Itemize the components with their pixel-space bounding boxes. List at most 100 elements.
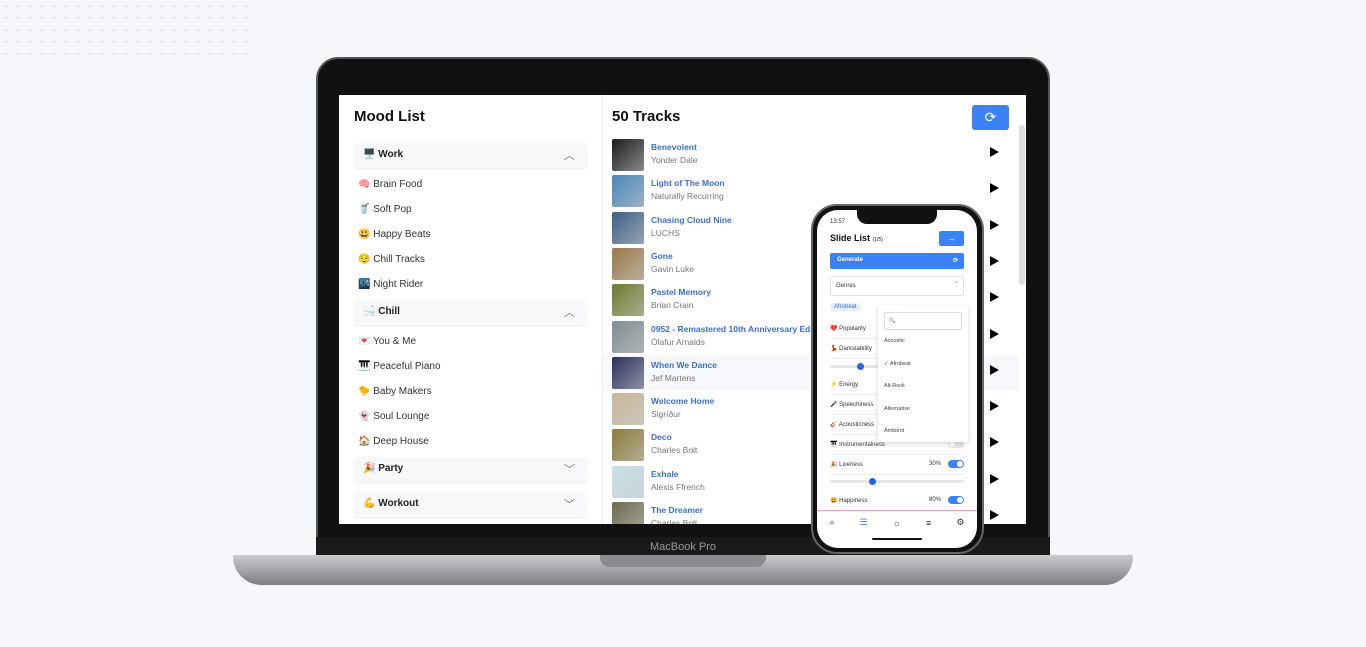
chevron-down-icon: ﹀ — [564, 499, 575, 511]
play-icon[interactable] — [990, 510, 999, 520]
genre-option[interactable]: ✓ Afrobeat — [884, 361, 911, 367]
mood-item[interactable]: 🥤 Soft Pop — [358, 204, 412, 215]
mood-item[interactable]: 🏠 Deep House — [358, 436, 429, 447]
slider-knob[interactable] — [869, 478, 876, 485]
search-icon[interactable]: ⌕ — [830, 517, 835, 528]
mood-item[interactable]: 😃 Happy Beats — [358, 229, 431, 240]
track-artist: Yonder Dale — [651, 155, 698, 165]
track-title[interactable]: 0952 - Remastered 10th Anniversary Editi… — [651, 324, 828, 334]
play-icon[interactable] — [990, 183, 999, 194]
generate-button[interactable]: Generate ⟳ — [830, 253, 964, 269]
mood-item[interactable]: 🌃 Night Rider — [358, 279, 423, 290]
track-title[interactable]: When We Dance — [651, 360, 717, 370]
brightness-icon[interactable]: ☼ — [893, 518, 901, 528]
track-title[interactable]: Light of The Moon — [651, 178, 725, 188]
genre-option[interactable]: Alternative — [884, 406, 910, 412]
group-label: 🛁 Chill — [363, 306, 400, 317]
track-title[interactable]: The Dreamer — [651, 505, 703, 515]
chevron-up-icon: ︿ — [564, 150, 575, 162]
tracks-title: 50 Tracks — [612, 108, 681, 125]
genre-option[interactable]: Ambient — [884, 428, 904, 434]
divider — [830, 454, 964, 455]
feature-toggle[interactable] — [948, 460, 964, 468]
refresh-button[interactable]: ⟳ — [972, 105, 1009, 130]
generate-label: Generate — [837, 257, 864, 263]
mood-item[interactable]: 💌 You & Me — [358, 336, 416, 347]
divider — [830, 474, 964, 475]
track-title[interactable]: Deco — [651, 432, 672, 442]
play-icon[interactable] — [990, 255, 999, 266]
play-icon[interactable] — [990, 401, 999, 412]
track-artist: Gavin Luke — [651, 263, 694, 274]
play-icon[interactable] — [990, 328, 999, 339]
track-artist: LUCHS — [651, 227, 680, 238]
genres-label: Genres — [836, 283, 856, 289]
status-time: 13:57 — [830, 219, 846, 225]
feature-value: 30% — [929, 461, 942, 467]
home-indicator — [872, 538, 922, 540]
track-artist: Sigríður — [651, 409, 681, 420]
sliders-icon[interactable]: ☰ — [860, 517, 868, 528]
genre-option[interactable]: Acoustic — [884, 338, 905, 344]
track-artist: Charles Bolt — [651, 518, 698, 524]
mood-group-header[interactable]: 💪 Workout ﹀ — [354, 492, 587, 517]
track-artist: Naturally Recurring — [651, 191, 724, 202]
scrollbar[interactable] — [1019, 125, 1025, 285]
mood-item[interactable]: 🧠 Brain Food — [358, 179, 422, 190]
album-art — [612, 465, 644, 498]
feature-value: 80% — [929, 497, 942, 503]
mood-group-header[interactable]: 🖥️ Work ︿ — [354, 143, 587, 168]
genres-select[interactable]: Genres ^ — [830, 276, 964, 296]
track-title[interactable]: Chasing Cloud Nine — [651, 215, 732, 225]
feature-label: 🎤 Speechiness — [830, 402, 874, 408]
feature-label: 🎹 Instrumentalness — [830, 442, 885, 448]
next-arrow-button[interactable]: → — [939, 231, 964, 246]
album-art — [612, 284, 644, 317]
feature-label: ❤️ Popularity — [830, 326, 866, 332]
mood-item[interactable]: 👻 Soul Lounge — [358, 411, 429, 422]
album-art — [612, 356, 644, 389]
liveness-slider[interactable] — [830, 478, 964, 485]
play-icon[interactable] — [990, 147, 999, 157]
chevron-down-icon: ﹀ — [564, 464, 575, 476]
track-title[interactable]: Exhale — [651, 469, 678, 479]
refresh-icon: ⟳ — [984, 109, 997, 125]
album-art — [612, 175, 644, 208]
play-icon[interactable] — [990, 364, 999, 375]
play-icon[interactable] — [990, 292, 999, 303]
feature-label: 🎸 Acousticness — [830, 422, 875, 428]
slider-knob[interactable] — [857, 363, 864, 370]
track-row[interactable]: Benevolent Yonder Dale — [603, 137, 1019, 173]
phone-notch — [857, 210, 937, 224]
mood-list-title: Mood List — [354, 108, 425, 125]
feature-toggle[interactable] — [948, 496, 964, 504]
play-icon[interactable] — [990, 437, 999, 448]
slide-list-title: Slide List (1/5) — [830, 233, 883, 243]
decorative-dot-grid — [0, 0, 250, 55]
play-icon[interactable] — [990, 473, 999, 484]
track-artist: Charles Bolt — [651, 445, 698, 456]
chevron-up-icon: ︿ — [564, 307, 575, 319]
track-title[interactable]: Welcome Home — [651, 396, 714, 406]
genre-chip[interactable]: Afrobeat — [830, 303, 861, 311]
play-icon[interactable] — [990, 219, 999, 230]
track-title[interactable]: Benevolent — [651, 142, 697, 152]
group-label: 🖥️ Work — [363, 149, 404, 160]
mood-group-header[interactable]: 🛁 Chill ︿ — [354, 300, 587, 325]
track-title[interactable]: Gone — [651, 251, 673, 261]
playlist-icon[interactable]: ≡ — [926, 518, 931, 528]
track-artist: Brian Crain — [651, 300, 694, 311]
genre-search-input[interactable]: 🔍 — [884, 312, 962, 330]
group-label: 🎉 Party — [363, 463, 404, 474]
genre-option[interactable]: Alt-Rock — [884, 383, 905, 389]
mood-item[interactable]: 😌 Chill Tracks — [358, 254, 425, 265]
track-title[interactable]: Pastel Memory — [651, 287, 711, 297]
feature-label: 💃 Danceability — [830, 346, 872, 352]
settings-icon[interactable]: ⚙ — [956, 517, 964, 528]
mood-item[interactable]: 🎹 Peaceful Piano — [358, 361, 441, 372]
feature-label: ⚡ Energy — [830, 382, 859, 388]
title-text: Slide List — [830, 233, 871, 243]
group-label: 💪 Workout — [363, 498, 419, 509]
mood-group-header[interactable]: 🎉 Party ﹀ — [354, 457, 587, 482]
mood-item[interactable]: 🐤 Baby Makers — [358, 386, 432, 397]
